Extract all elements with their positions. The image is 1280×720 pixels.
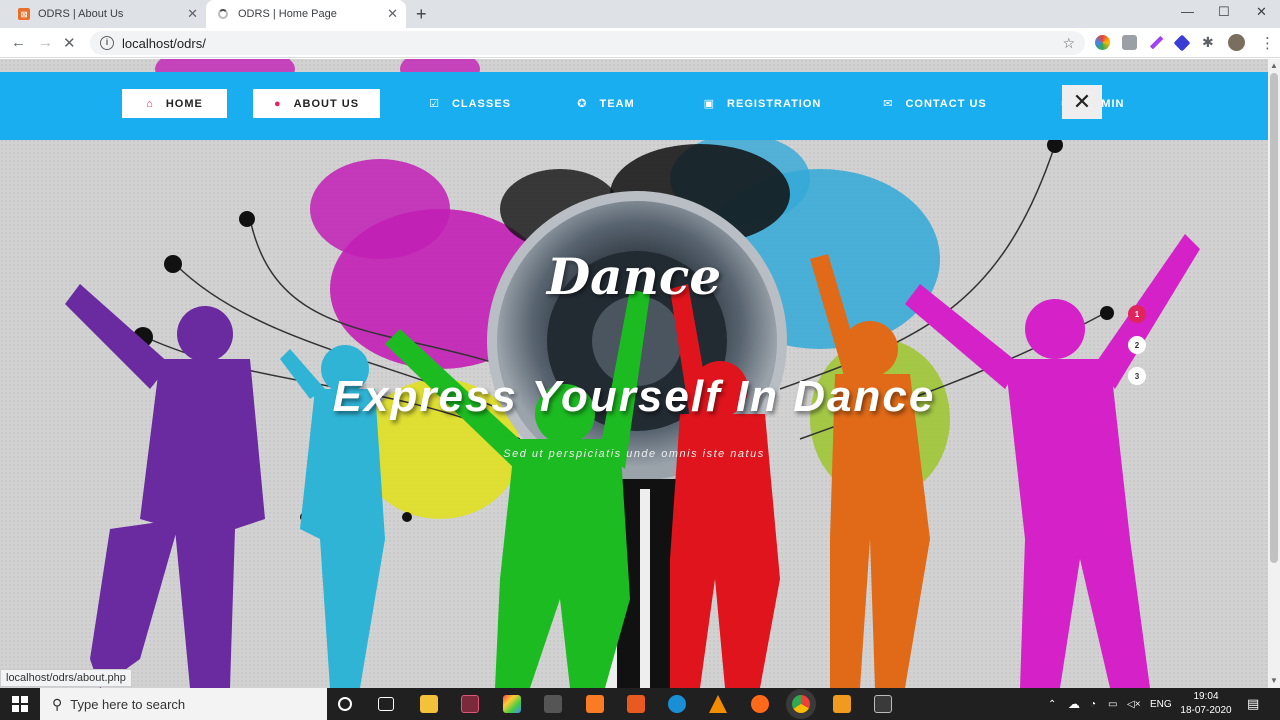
windows-taskbar: ⚲ Type here to search ⌃ ☁ ◔ ▭ ◁× ENG 19:… [0, 688, 1280, 720]
slide-dot-3[interactable]: 3 [1128, 367, 1146, 385]
app-icon[interactable] [461, 695, 479, 713]
sublime-icon[interactable] [833, 695, 851, 713]
wifi-icon[interactable]: ◔ [1090, 688, 1096, 720]
close-icon: ✕ [1072, 89, 1092, 114]
browser-tab-home[interactable]: ODRS | Home Page ✕ [206, 0, 406, 28]
hero-subline: Sed ut perspiciatis unde omnis iste natu… [503, 448, 765, 460]
dance-logo-text: Dance [546, 247, 722, 306]
extensions-puzzle-icon[interactable]: ✱ [1202, 34, 1214, 51]
scroll-down-icon[interactable]: ▼ [1270, 676, 1278, 685]
nav-classes[interactable]: ☑ CLASSES [420, 89, 520, 118]
page-scrollbar[interactable]: ▲ ▼ [1268, 59, 1280, 688]
nav-home-label: HOME [165, 97, 203, 110]
nav-classes-label: CLASSES [451, 97, 511, 110]
firefox-icon[interactable] [751, 695, 769, 713]
bookmark-star-icon[interactable]: ☆ [1062, 35, 1075, 52]
app-orange-icon[interactable] [627, 695, 645, 713]
forward-arrow-icon[interactable]: → [38, 34, 53, 51]
new-tab-icon[interactable]: + [416, 4, 427, 25]
cortana-icon[interactable] [338, 697, 352, 711]
tab-strip: ⊠ ODRS | About Us ✕ ODRS | Home Page ✕ +… [0, 0, 1280, 28]
check-square-icon: ☑ [429, 98, 440, 110]
tool-icon[interactable] [544, 695, 562, 713]
xampp-icon[interactable] [586, 695, 604, 713]
windows-logo-icon [12, 696, 28, 712]
scroll-up-icon[interactable]: ▲ [1270, 61, 1278, 70]
task-view-icon[interactable] [378, 697, 394, 711]
nav-about-us[interactable]: ● ABOUT US [253, 89, 380, 118]
edge-icon[interactable] [668, 695, 686, 713]
pen-extension-icon[interactable] [1149, 35, 1164, 50]
camera-extension-icon[interactable] [1122, 35, 1137, 50]
windows-app-icon[interactable] [874, 695, 892, 713]
nav-registration[interactable]: ▣ REGISTRATION [700, 89, 825, 118]
file-explorer-icon[interactable] [420, 695, 438, 713]
nav-team-label: TEAM [599, 97, 635, 110]
back-arrow-icon[interactable]: ← [11, 34, 26, 51]
diamond-extension-icon[interactable] [1173, 34, 1191, 52]
tab-title: ODRS | About Us [38, 8, 124, 20]
nav-home[interactable]: ⌂ HOME [122, 89, 227, 118]
browser-tab-about[interactable]: ⊠ ODRS | About Us ✕ [0, 0, 206, 28]
close-tab-icon[interactable]: ✕ [387, 6, 398, 22]
profile-avatar[interactable] [1228, 34, 1245, 51]
volume-muted-icon[interactable]: ◁× [1127, 688, 1141, 720]
paint-icon[interactable] [503, 695, 521, 713]
link-status-bar: localhost/odrs/about.php [0, 669, 132, 687]
image-icon: ▣ [703, 98, 716, 110]
search-placeholder: Type here to search [70, 696, 186, 712]
page-viewport: ⌂ HOME ● ABOUT US ☑ CLASSES ✪ TEAM ▣ REG… [0, 59, 1268, 688]
tray-chevron-icon[interactable]: ⌃ [1048, 688, 1056, 720]
envelope-icon: ✉ [883, 98, 894, 110]
chrome-icon[interactable] [792, 695, 810, 713]
user-icon: ● [273, 97, 282, 110]
slide-dot-1[interactable]: 1 [1128, 305, 1146, 323]
system-clock[interactable]: 19:04 18-07-2020 [1178, 690, 1234, 718]
stop-loading-icon[interactable]: ✕ [63, 34, 76, 52]
menu-kebab-icon[interactable]: ⋮ [1260, 34, 1275, 52]
close-tab-icon[interactable]: ✕ [187, 6, 198, 22]
vlc-icon[interactable] [709, 695, 727, 713]
taskbar-search[interactable]: ⚲ Type here to search [40, 688, 327, 720]
minimize-icon[interactable]: — [1181, 4, 1194, 19]
color-extension-icon[interactable] [1095, 35, 1110, 50]
nav-team[interactable]: ✪ TEAM [566, 89, 646, 118]
language-indicator[interactable]: ENG [1150, 688, 1172, 720]
clock-date: 18-07-2020 [1180, 705, 1232, 716]
maximize-icon[interactable]: ☐ [1218, 4, 1230, 20]
hero-headline: Express Yourself In Dance [332, 372, 936, 421]
nav-contact-us[interactable]: ✉ CONTACT US [880, 89, 990, 118]
tab-title: ODRS | Home Page [238, 8, 337, 20]
start-button[interactable] [0, 688, 40, 720]
address-bar[interactable]: i localhost/odrs/ ☆ [90, 31, 1085, 55]
url-text: localhost/odrs/ [122, 35, 206, 51]
window-close-icon[interactable]: ✕ [1256, 4, 1267, 20]
users-icon: ✪ [577, 98, 588, 110]
xampp-favicon-icon: ⊠ [18, 8, 30, 20]
onedrive-cloud-icon[interactable]: ☁ [1068, 688, 1080, 720]
info-icon[interactable]: i [100, 36, 114, 50]
close-menu-button[interactable]: ✕ [1062, 85, 1102, 119]
browser-toolbar: ← → ✕ i localhost/odrs/ ☆ ✱ ⋮ [0, 28, 1280, 58]
clock-time: 19:04 [1193, 691, 1219, 702]
nav-contact-us-label: CONTACT US [905, 97, 987, 110]
search-icon: ⚲ [52, 695, 63, 712]
slide-dot-2[interactable]: 2 [1128, 336, 1146, 354]
notification-icon[interactable]: ▤ [1247, 688, 1259, 720]
nav-about-us-label: ABOUT US [293, 97, 360, 110]
scrollbar-thumb[interactable] [1270, 73, 1278, 563]
battery-icon[interactable]: ▭ [1108, 688, 1117, 720]
home-icon: ⌂ [146, 97, 154, 110]
loading-spinner-icon [218, 9, 228, 19]
nav-registration-label: REGISTRATION [727, 97, 822, 110]
